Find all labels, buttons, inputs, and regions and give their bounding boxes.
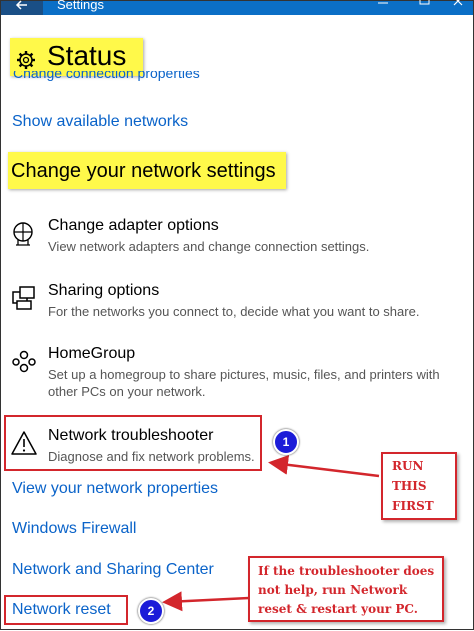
callout-line: reset & restart your PC. <box>258 602 418 616</box>
callout-line: not help, run Network <box>258 583 408 597</box>
step-badge-1: 1 <box>273 429 299 455</box>
step-badge-2: 2 <box>138 598 164 624</box>
callout-line: RUN <box>392 459 424 473</box>
callout-line: FIRST <box>392 499 434 513</box>
settings-window: Settings Status Change connection proper… <box>0 0 474 630</box>
callout-line: If the troubleshooter does <box>258 564 435 578</box>
arrow-to-troubleshooter <box>268 454 380 478</box>
callout-reset-instructions: If the troubleshooter does not help, run… <box>248 556 444 622</box>
callout-run-first: RUN THIS FIRST <box>381 452 457 520</box>
arrow-to-reset <box>162 591 250 612</box>
annotation-arrows <box>162 454 380 612</box>
callout-line: THIS <box>392 479 427 493</box>
